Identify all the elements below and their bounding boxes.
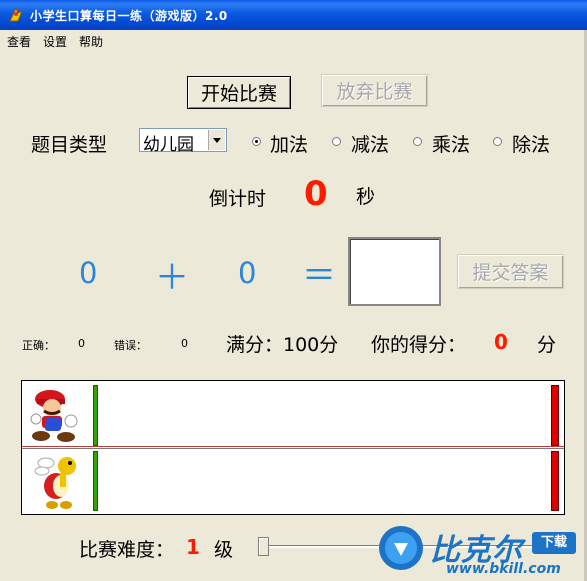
radio-division[interactable] (493, 137, 502, 146)
submit-answer-button[interactable]: 提交答案 (457, 254, 564, 289)
level-select-value: 幼儿园 (143, 135, 194, 155)
start-button[interactable]: 开始比赛 (187, 76, 291, 109)
menu-view[interactable]: 查看 (7, 33, 31, 50)
koopa-progress-marker (93, 451, 98, 511)
difficulty-level: 1 (186, 535, 200, 559)
operator-sign: ＋ (155, 258, 189, 298)
menu-help[interactable]: 帮助 (79, 33, 103, 50)
equals-sign: ＝ (302, 256, 336, 296)
mario-character-icon (30, 390, 78, 442)
answer-input[interactable] (348, 237, 441, 306)
radio-division-label[interactable]: 除法 (512, 130, 550, 157)
race-track (21, 380, 565, 515)
operand-one: 0 (79, 256, 98, 290)
difficulty-slider-thumb[interactable] (258, 537, 269, 556)
wrong-count: 0 (181, 337, 188, 350)
chevron-down-icon[interactable] (208, 130, 225, 150)
mario-progress-marker (93, 385, 98, 446)
your-score-value: 0 (494, 330, 508, 354)
level-select[interactable]: 幼儿园 (139, 128, 227, 155)
give-up-button[interactable]: 放弃比赛 (321, 74, 428, 107)
app-icon (9, 6, 23, 22)
radio-addition[interactable] (252, 137, 261, 146)
koopa-finish-line (551, 451, 559, 511)
score-unit: 分 (537, 334, 557, 356)
watermark-logo: 比克尔 下载 www.bkill.com (372, 523, 587, 581)
countdown-label: 倒计时 (209, 188, 267, 210)
question-type-label: 题目类型 (31, 134, 108, 156)
watermark-badge: 下载 (532, 532, 576, 554)
koopa-character-icon (34, 457, 76, 509)
radio-addition-label[interactable]: 加法 (270, 130, 308, 157)
full-score-label: 满分：100分 (226, 334, 339, 356)
window-title: 小学生口算每日一练（游戏版）2.0 (30, 9, 228, 23)
countdown-unit: 秒 (356, 186, 376, 208)
your-score-label: 你的得分： (371, 334, 467, 356)
lane-divider-shadow (22, 448, 564, 449)
watermark-url: www.bkill.com (446, 561, 561, 577)
title-bar: 小学生口算每日一练（游戏版）2.0 (0, 0, 587, 30)
difficulty-unit: 级 (214, 539, 234, 561)
radio-subtraction-label[interactable]: 减法 (351, 130, 389, 157)
radio-multiplication-label[interactable]: 乘法 (432, 130, 470, 157)
countdown-value: 0 (304, 174, 328, 214)
difficulty-label: 比赛难度： (79, 539, 175, 561)
radio-subtraction[interactable] (332, 137, 341, 146)
correct-count: 0 (78, 337, 85, 350)
menu-bar: 查看 设置 帮助 (0, 30, 587, 50)
lane-divider (22, 446, 564, 447)
mario-finish-line (551, 385, 559, 446)
operand-two: 0 (238, 256, 257, 290)
wrong-label: 错误： (114, 339, 147, 352)
correct-label: 正确： (22, 339, 55, 352)
menu-settings[interactable]: 设置 (43, 33, 67, 50)
radio-multiplication[interactable] (413, 137, 422, 146)
